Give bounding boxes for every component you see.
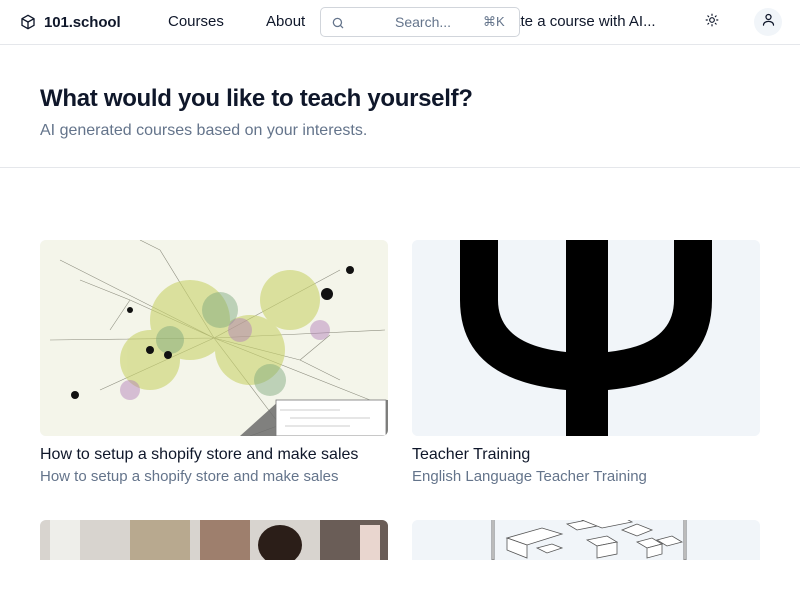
- course-title[interactable]: Teacher Training: [412, 446, 760, 464]
- search-shortcut-hint: ⌘K: [483, 14, 505, 29]
- user-icon: [761, 12, 776, 32]
- nav-courses-link[interactable]: Courses: [168, 13, 224, 30]
- sun-icon: [705, 13, 719, 32]
- page-bottom-margin: [0, 560, 800, 600]
- search-placeholder: Search...: [395, 14, 452, 30]
- course-thumbnail-cubes-sketch: [412, 520, 760, 560]
- course-card[interactable]: [412, 520, 760, 560]
- course-thumbnail-network-graph: [40, 240, 388, 436]
- brand-logo-link[interactable]: 101.school: [20, 12, 121, 32]
- nav-about-link[interactable]: About: [266, 13, 305, 30]
- hero-section: What would you like to teach yourself? A…: [0, 45, 800, 168]
- search-input[interactable]: Search... ⌘K: [320, 7, 520, 37]
- page-subtitle: AI generated courses based on your inter…: [40, 122, 368, 139]
- course-thumbnail-people-photo: [40, 520, 388, 560]
- course-card[interactable]: [40, 520, 388, 560]
- course-card[interactable]: Teacher Training English Language Teache…: [412, 240, 760, 485]
- user-account-button[interactable]: [754, 8, 782, 36]
- theme-toggle-button[interactable]: [700, 10, 724, 34]
- course-description: English Language Teacher Training: [412, 468, 647, 485]
- course-card[interactable]: How to setup a shopify store and make sa…: [40, 240, 388, 485]
- search-icon: [331, 16, 345, 30]
- course-description: How to setup a shopify store and make sa…: [40, 468, 339, 485]
- cube-icon: [20, 14, 36, 30]
- course-title[interactable]: How to setup a shopify store and make sa…: [40, 446, 388, 464]
- brand-name: 101.school: [44, 13, 121, 31]
- page-title: What would you like to teach yourself?: [40, 85, 473, 112]
- course-thumbnail-psi-symbol: [412, 240, 760, 436]
- top-navigation-bar: 101.school Courses About Create a course…: [0, 0, 800, 45]
